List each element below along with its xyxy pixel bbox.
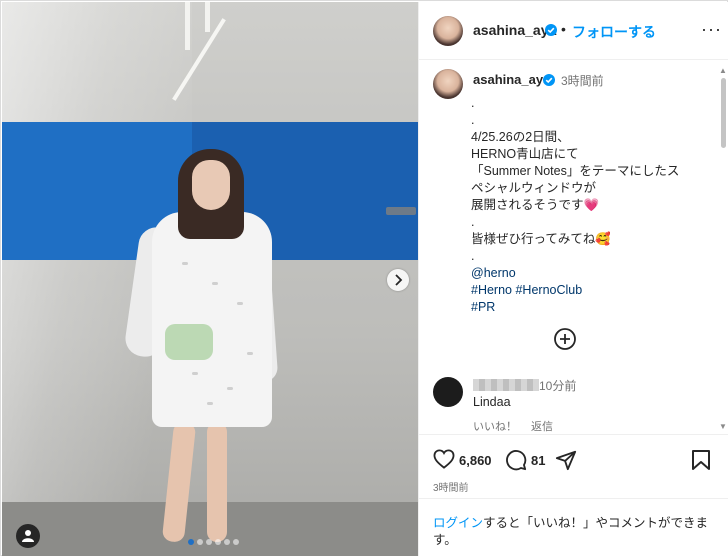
user-icon — [22, 530, 34, 542]
chevron-right-icon — [395, 274, 403, 286]
caption-line: . — [471, 215, 475, 229]
commenter-username-blurred — [473, 379, 539, 391]
caption-text: . . 4/25.26の2日間、 HERNO青山店にて 「Summer Note… — [471, 95, 711, 316]
separator-dot: • — [561, 21, 566, 37]
login-prompt-text: ログインすると「いいね！」やコメントができます。 — [433, 516, 709, 547]
hashtag-link[interactable]: #Herno #HernoClub — [471, 282, 711, 299]
comments-area: asahina_aya 3時間前 . . 4/25.26の2日間、 HERNO青… — [419, 61, 728, 433]
load-more-comments-icon[interactable] — [553, 327, 577, 351]
caption-line: . — [471, 249, 475, 263]
green-bag — [165, 324, 213, 360]
carousel-dot — [197, 539, 203, 545]
comment-time: 10分前 — [539, 379, 577, 393]
carousel-dots — [188, 539, 239, 545]
comment-reply-button[interactable]: 返信 — [531, 418, 553, 433]
post-photo[interactable] — [2, 2, 418, 556]
caption-line: . — [471, 113, 475, 127]
verified-icon — [543, 74, 555, 86]
scroll-up-arrow-icon[interactable]: ▲ — [719, 66, 727, 75]
post-header: asahina_aya • フォローする ··· — [419, 2, 728, 60]
header-username[interactable]: asahina_aya — [473, 22, 556, 38]
like-count[interactable]: 6,860 — [459, 453, 492, 468]
caption-line: 4/25.26の2日間、 — [471, 130, 570, 144]
carousel-dot — [233, 539, 239, 545]
login-prompt: ログインすると「いいね！」やコメントができます。 — [419, 498, 728, 556]
scrollbar[interactable]: ▲ ▼ — [717, 66, 728, 432]
heart-icon[interactable] — [433, 449, 455, 469]
comment-text: Lindaa — [473, 395, 511, 409]
caption-time: 3時間前 — [561, 74, 604, 88]
caption-line: . — [471, 96, 475, 110]
verified-icon — [545, 24, 557, 36]
carousel-dot — [188, 539, 194, 545]
bookmark-icon[interactable] — [691, 449, 711, 471]
caption-line: 「Summer Notes」をテーマにしたス — [471, 164, 680, 178]
share-icon[interactable] — [555, 449, 577, 471]
caption-avatar[interactable] — [433, 69, 463, 99]
caption-username[interactable]: asahina_aya — [473, 72, 550, 87]
hashtag-link[interactable]: #PR — [471, 299, 711, 316]
post-timestamp: 3時間前 — [433, 483, 469, 494]
post-side-panel: asahina_aya • フォローする ··· asahina_aya 3時間… — [418, 2, 728, 556]
follow-button[interactable]: フォローする — [572, 22, 656, 42]
caption-line: 皆様ぜひ行ってみてね🥰 — [471, 232, 611, 246]
post-frame: asahina_aya • フォローする ··· asahina_aya 3時間… — [0, 0, 728, 556]
heart-emoji: 💗 — [583, 198, 600, 212]
carousel-dot — [215, 539, 221, 545]
scrollbar-thumb[interactable] — [721, 78, 726, 148]
scroll-down-arrow-icon[interactable]: ▼ — [719, 422, 727, 431]
caption-line: ペシャルウィンドウが — [471, 181, 597, 195]
commenter-avatar[interactable] — [433, 377, 463, 407]
next-slide-button[interactable] — [387, 269, 409, 291]
mention-link[interactable]: @herno — [471, 265, 711, 282]
tagged-users-button[interactable] — [16, 524, 40, 548]
comment-count[interactable]: 81 — [531, 453, 545, 468]
carousel-dot — [206, 539, 212, 545]
caption-line: 展開されるそうです💗 — [471, 198, 600, 212]
more-options-icon[interactable]: ··· — [701, 19, 722, 40]
action-bar: 6,860 81 3時間前 — [419, 434, 728, 498]
comment-like-button[interactable]: いいね！ — [473, 418, 517, 433]
carousel-dot — [224, 539, 230, 545]
white-shirt-dress — [152, 212, 272, 427]
caption-line: HERNO青山店にて — [471, 147, 579, 161]
smile-emoji: 🥰 — [595, 232, 611, 246]
login-link[interactable]: ログイン — [433, 516, 483, 530]
avatar[interactable] — [433, 16, 463, 46]
comment-icon[interactable] — [505, 449, 527, 471]
